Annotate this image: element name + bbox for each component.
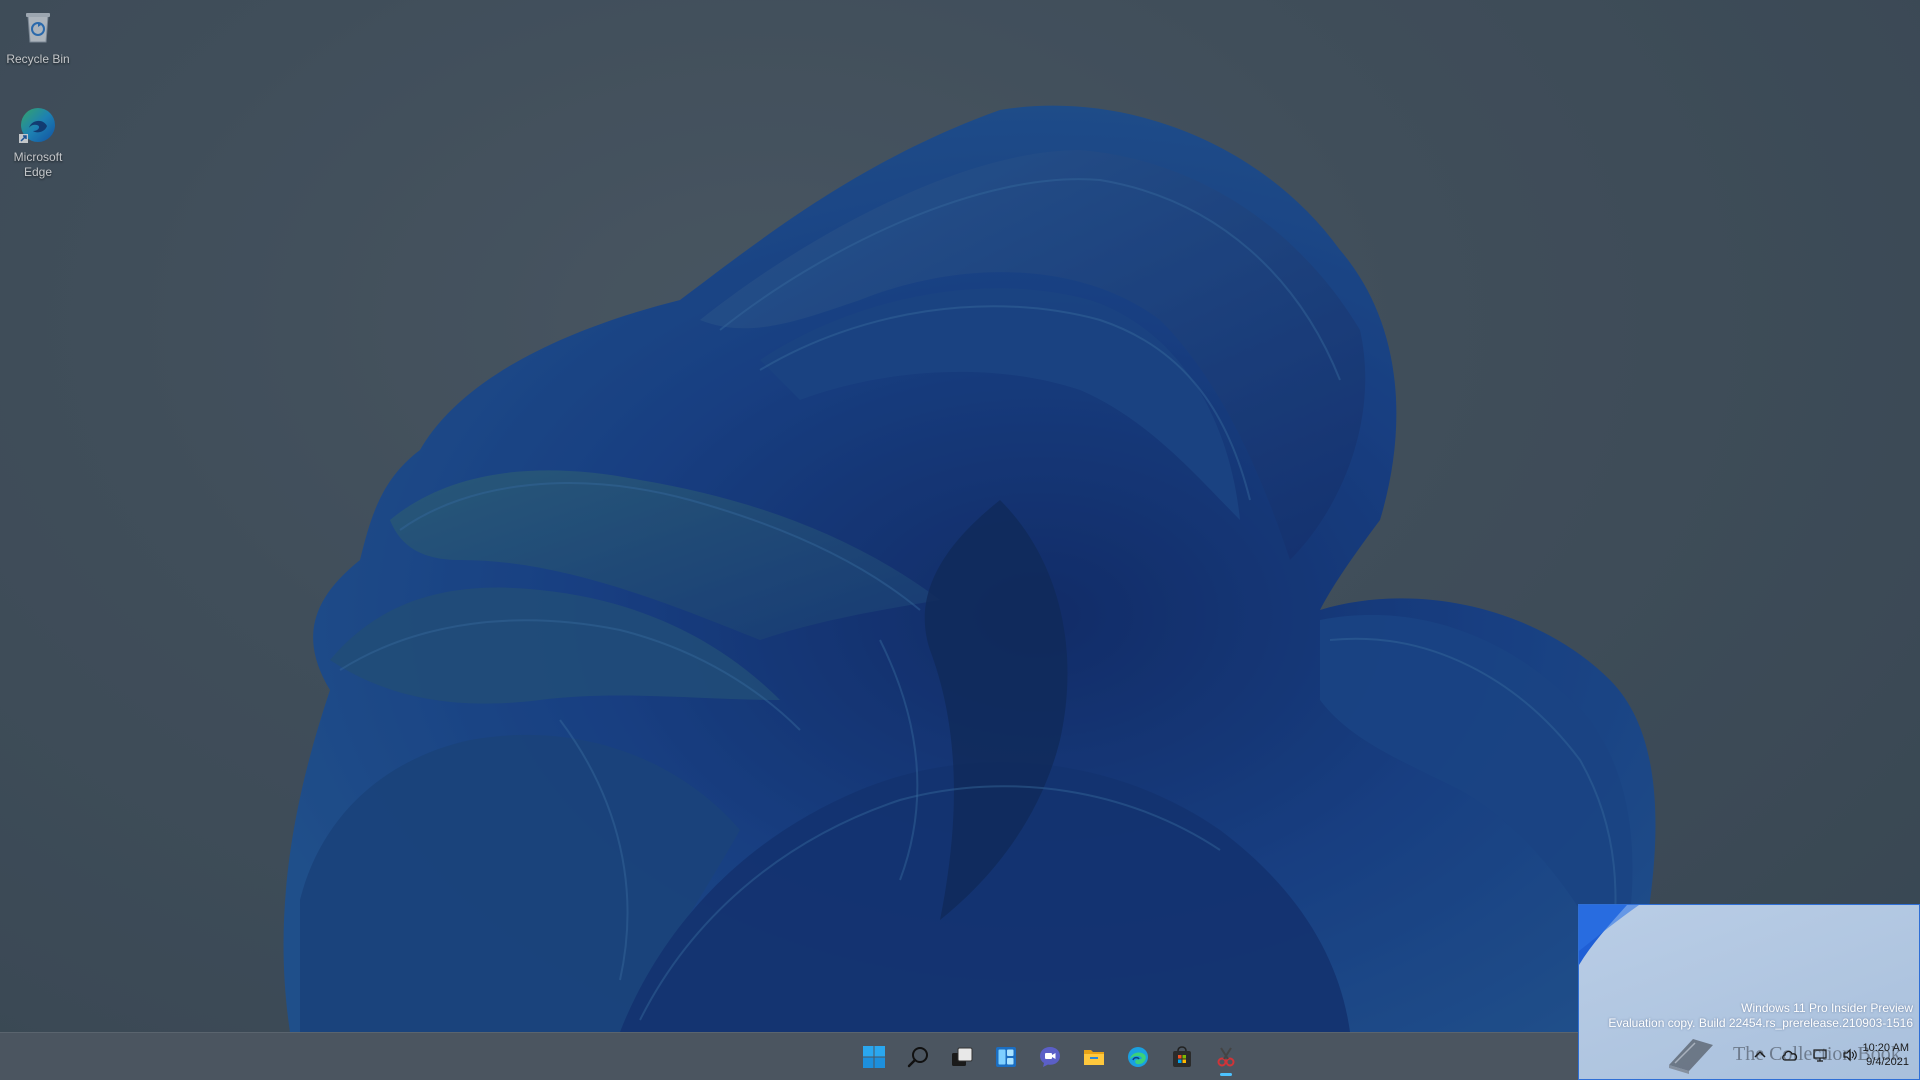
build-line: Evaluation copy. Build 22454.rs_prerelea… xyxy=(1608,1016,1913,1030)
clock-time: 10:20 AM xyxy=(1862,1042,1909,1054)
system-tray-area: The Collection Book 10:20 AM 9/4/2021 xyxy=(1579,1031,1919,1079)
snipping-tool-icon xyxy=(1217,1047,1235,1067)
widgets-button[interactable] xyxy=(986,1037,1026,1077)
chat-button[interactable] xyxy=(1030,1037,1070,1077)
wallpaper-bloom xyxy=(283,105,1656,1032)
chat-icon xyxy=(1040,1047,1060,1067)
taskbar-apps xyxy=(854,1033,1246,1080)
volume-button[interactable] xyxy=(1838,1043,1862,1067)
tray-icons xyxy=(1747,1043,1863,1067)
desktop-icon-recycle-bin[interactable]: Recycle Bin xyxy=(2,6,74,67)
desktop-icon-label: Microsoft Edge xyxy=(13,150,63,179)
start-button[interactable] xyxy=(854,1037,894,1077)
task-view-icon xyxy=(952,1047,973,1066)
desktop: Recycle Bin Microsoft Edge Windows 11 Pr… xyxy=(0,0,1920,1080)
file-explorer-button[interactable] xyxy=(1074,1037,1114,1077)
store-icon xyxy=(1173,1046,1191,1067)
network-icon xyxy=(1813,1049,1827,1062)
clock[interactable]: 10:20 AM 9/4/2021 xyxy=(1863,1041,1909,1069)
edge-icon xyxy=(19,108,55,143)
network-button[interactable] xyxy=(1808,1043,1832,1067)
evaluation-watermark-panel: Windows 11 Pro Insider Preview Evaluatio… xyxy=(1578,904,1920,1080)
edge-button[interactable] xyxy=(1118,1037,1158,1077)
clock-date: 9/4/2021 xyxy=(1866,1056,1909,1068)
cloud-icon xyxy=(1782,1050,1798,1061)
store-button[interactable] xyxy=(1162,1037,1202,1077)
snipping-tool-button[interactable] xyxy=(1206,1037,1246,1077)
desktop-icon-label: Recycle Bin xyxy=(6,52,70,66)
task-view-button[interactable] xyxy=(942,1037,982,1077)
edge-icon xyxy=(1128,1047,1148,1067)
show-hidden-icons-button[interactable] xyxy=(1748,1043,1772,1067)
search-icon xyxy=(907,1047,928,1068)
file-explorer-icon xyxy=(1084,1050,1104,1065)
edition-line: Windows 11 Pro Insider Preview xyxy=(1741,1001,1913,1015)
search-button[interactable] xyxy=(898,1037,938,1077)
windows-start-icon xyxy=(863,1046,885,1068)
desktop-icon-edge[interactable]: Microsoft Edge xyxy=(2,104,74,180)
widgets-icon xyxy=(996,1047,1016,1067)
onedrive-button[interactable] xyxy=(1778,1043,1802,1067)
book-logo-icon xyxy=(1669,1039,1713,1074)
recycle-bin-icon xyxy=(26,13,50,43)
speaker-icon xyxy=(1843,1048,1857,1062)
chevron-up-icon xyxy=(1754,1050,1766,1058)
evaluation-text: Windows 11 Pro Insider Preview Evaluatio… xyxy=(1608,1001,1913,1031)
